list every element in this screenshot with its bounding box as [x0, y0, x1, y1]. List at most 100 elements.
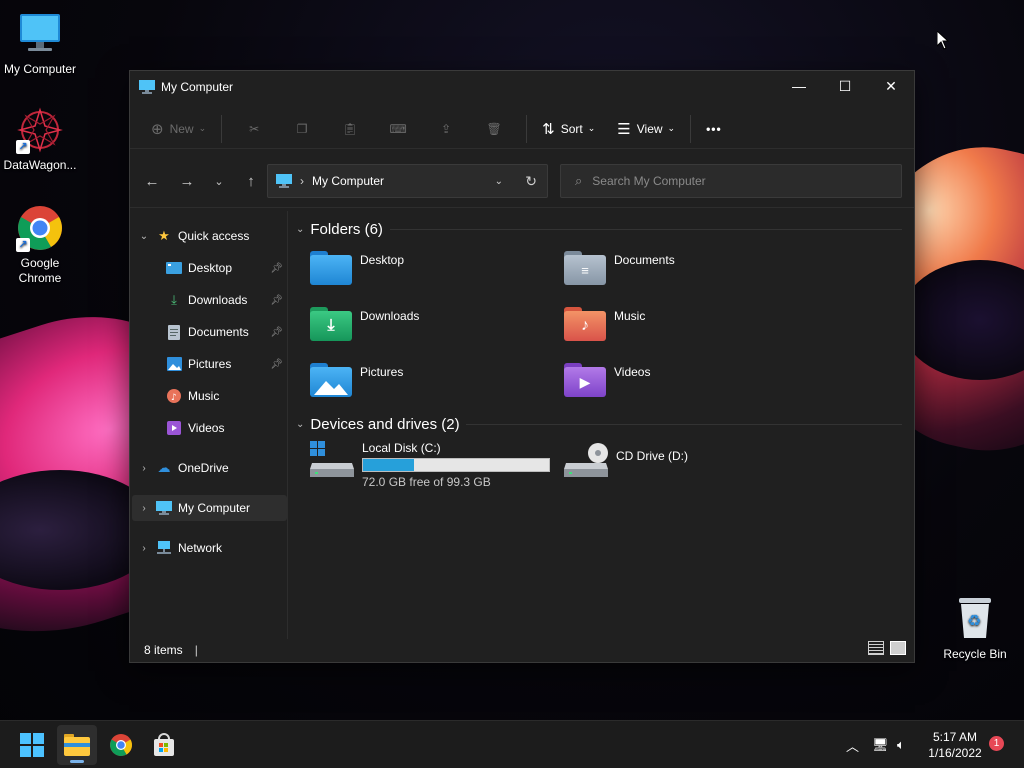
- folder-documents[interactable]: ≡ Documents: [564, 251, 814, 299]
- taskbar-chrome[interactable]: [101, 725, 141, 765]
- folder-videos[interactable]: ▶ Videos: [564, 363, 814, 411]
- chevron-right-icon[interactable]: ›: [132, 503, 156, 514]
- search-icon: ⌕: [575, 173, 583, 188]
- show-hidden-icons-button[interactable]: ︿: [846, 721, 859, 768]
- network-status-button[interactable]: 🖥︎: [872, 721, 889, 768]
- folder-music[interactable]: ♪ Music: [564, 307, 814, 355]
- delete-button[interactable]: 🗑︎: [470, 113, 518, 145]
- folder-desktop[interactable]: Desktop: [310, 251, 560, 299]
- store-bag-icon: [154, 733, 174, 756]
- document-lines-icon: ≡: [581, 262, 589, 278]
- sidebar-item-onedrive[interactable]: › ☁ OneDrive: [132, 455, 287, 481]
- start-button[interactable]: [12, 725, 52, 765]
- desktop-icon-recycle-bin[interactable]: ♻ Recycle Bin: [940, 596, 1010, 661]
- active-app-indicator: [70, 760, 84, 763]
- folder-pictures[interactable]: Pictures: [310, 363, 560, 411]
- folder-name: Music: [614, 309, 646, 323]
- desktop-icon-datawagon[interactable]: ↗ DataWagon...: [0, 106, 80, 173]
- volume-button[interactable]: 🔈︎: [897, 721, 905, 768]
- download-arrow-icon: ⤓: [171, 292, 177, 307]
- drive-local-disk-c[interactable]: Local Disk (C:) 72.0 GB free of 99.3 GB: [310, 441, 550, 489]
- details-view-icon[interactable]: [868, 641, 884, 655]
- back-button[interactable]: ←: [136, 167, 168, 197]
- view-button[interactable]: ☰ View ⌄: [610, 113, 682, 145]
- taskbar-clock[interactable]: 5:17 AM 1/16/2022: [926, 729, 984, 761]
- taskbar-microsoft-store[interactable]: [144, 725, 184, 765]
- sidebar-item-music[interactable]: ♪ Music: [132, 383, 287, 409]
- sidebar-item-label: Documents: [188, 325, 249, 339]
- sidebar-item-pictures[interactable]: Pictures 📌︎: [132, 351, 287, 377]
- chevron-down-icon: ⌄: [198, 123, 207, 133]
- desktop-icon-my-computer[interactable]: My Computer: [0, 10, 80, 77]
- folders-section-header[interactable]: ⌄ Folders (6): [296, 219, 383, 239]
- desktop-icon-label: Recycle Bin: [943, 647, 1007, 661]
- paste-button[interactable]: 📋︎: [326, 113, 374, 145]
- mountain-icon: [314, 381, 348, 395]
- share-button[interactable]: ⇪: [422, 113, 470, 145]
- recycle-bin-icon: ♻: [959, 598, 991, 638]
- close-icon: ✕: [885, 77, 897, 94]
- breadcrumb-my-computer[interactable]: My Computer: [312, 174, 384, 188]
- folder-documents-icon: ≡: [564, 251, 606, 285]
- document-icon: [166, 324, 182, 340]
- sidebar-item-downloads[interactable]: ⤓ Downloads 📌︎: [132, 287, 287, 313]
- refresh-icon[interactable]: ↻: [525, 173, 537, 190]
- more-options-button[interactable]: •••: [699, 113, 729, 145]
- taskbar-file-explorer[interactable]: [57, 725, 97, 765]
- my-computer-icon: [139, 80, 155, 94]
- chevron-right-icon[interactable]: ›: [132, 463, 156, 474]
- drive-cd-d[interactable]: CD Drive (D:): [564, 441, 688, 479]
- maximize-button[interactable]: ☐: [822, 71, 868, 101]
- search-input[interactable]: [592, 174, 873, 188]
- speaker-icon: 🔈︎: [897, 737, 905, 752]
- divider: [221, 114, 223, 143]
- folder-downloads[interactable]: ⤓ Downloads: [310, 307, 560, 355]
- forward-button[interactable]: →: [171, 167, 203, 197]
- status-separator: |: [194, 642, 198, 657]
- window-controls: — ☐ ✕: [776, 71, 914, 101]
- cut-button[interactable]: ✂: [230, 113, 278, 145]
- arrow-left-icon: ←: [144, 173, 160, 190]
- desktop-icon-google-chrome[interactable]: ↗ Google Chrome: [0, 204, 80, 286]
- sidebar-item-desktop[interactable]: Desktop 📌︎: [132, 255, 287, 281]
- arrow-up-icon: ↑: [247, 173, 255, 190]
- clock-date: 1/16/2022: [928, 746, 982, 760]
- title-bar[interactable]: My Computer — ☐ ✕: [130, 71, 914, 103]
- sort-button[interactable]: ⇅ Sort ⌄: [535, 113, 602, 145]
- sidebar-item-documents[interactable]: Documents 📌︎: [132, 319, 287, 345]
- my-computer-icon: [276, 174, 292, 188]
- close-button[interactable]: ✕: [868, 71, 914, 101]
- pin-icon: 📌︎: [270, 294, 283, 306]
- sidebar-item-network[interactable]: › Network: [132, 535, 287, 561]
- pin-icon: 📌︎: [270, 358, 283, 370]
- address-bar[interactable]: › My Computer ⌄ ↻: [267, 164, 548, 198]
- folder-name: Downloads: [360, 309, 420, 323]
- notification-badge[interactable]: 1: [989, 736, 1004, 751]
- rename-icon: ⌨: [389, 121, 407, 136]
- divider: [526, 114, 528, 143]
- drive-name: CD Drive (D:): [616, 449, 688, 463]
- copy-button[interactable]: ❐: [278, 113, 326, 145]
- minimize-button[interactable]: —: [776, 71, 822, 101]
- sidebar-item-quick-access[interactable]: ⌄ ★ Quick access: [132, 223, 287, 249]
- large-icons-view-icon[interactable]: [890, 641, 906, 655]
- new-button[interactable]: ⊕ New ⌄: [144, 113, 213, 145]
- up-button[interactable]: ↑: [235, 167, 267, 197]
- section-divider: [390, 229, 902, 230]
- navigation-bar: ← → ⌄ ↑ › My Computer ⌄ ↻ ⌕: [130, 156, 914, 208]
- sidebar-item-videos[interactable]: Videos: [132, 415, 287, 441]
- desktop-icon: [166, 260, 182, 276]
- shortcut-arrow-icon: ↗: [16, 238, 30, 252]
- chevron-right-icon[interactable]: ›: [132, 543, 156, 554]
- sidebar-item-my-computer[interactable]: › My Computer: [132, 495, 287, 521]
- rename-button[interactable]: ⌨: [374, 113, 422, 145]
- sidebar-item-label: My Computer: [178, 501, 251, 515]
- address-dropdown-icon[interactable]: ⌄: [495, 176, 503, 187]
- scissors-icon: ✂: [249, 121, 260, 136]
- chevron-down-icon[interactable]: ⌄: [132, 231, 156, 242]
- file-explorer-icon: [64, 734, 90, 756]
- chevron-down-icon: ⌄: [587, 123, 596, 133]
- drives-section-header[interactable]: ⌄ Devices and drives (2): [296, 414, 460, 434]
- recent-locations-button[interactable]: ⌄: [203, 167, 235, 197]
- navigation-pane: ⌄ ★ Quick access Desktop 📌︎ ⤓ Downloads …: [130, 211, 288, 639]
